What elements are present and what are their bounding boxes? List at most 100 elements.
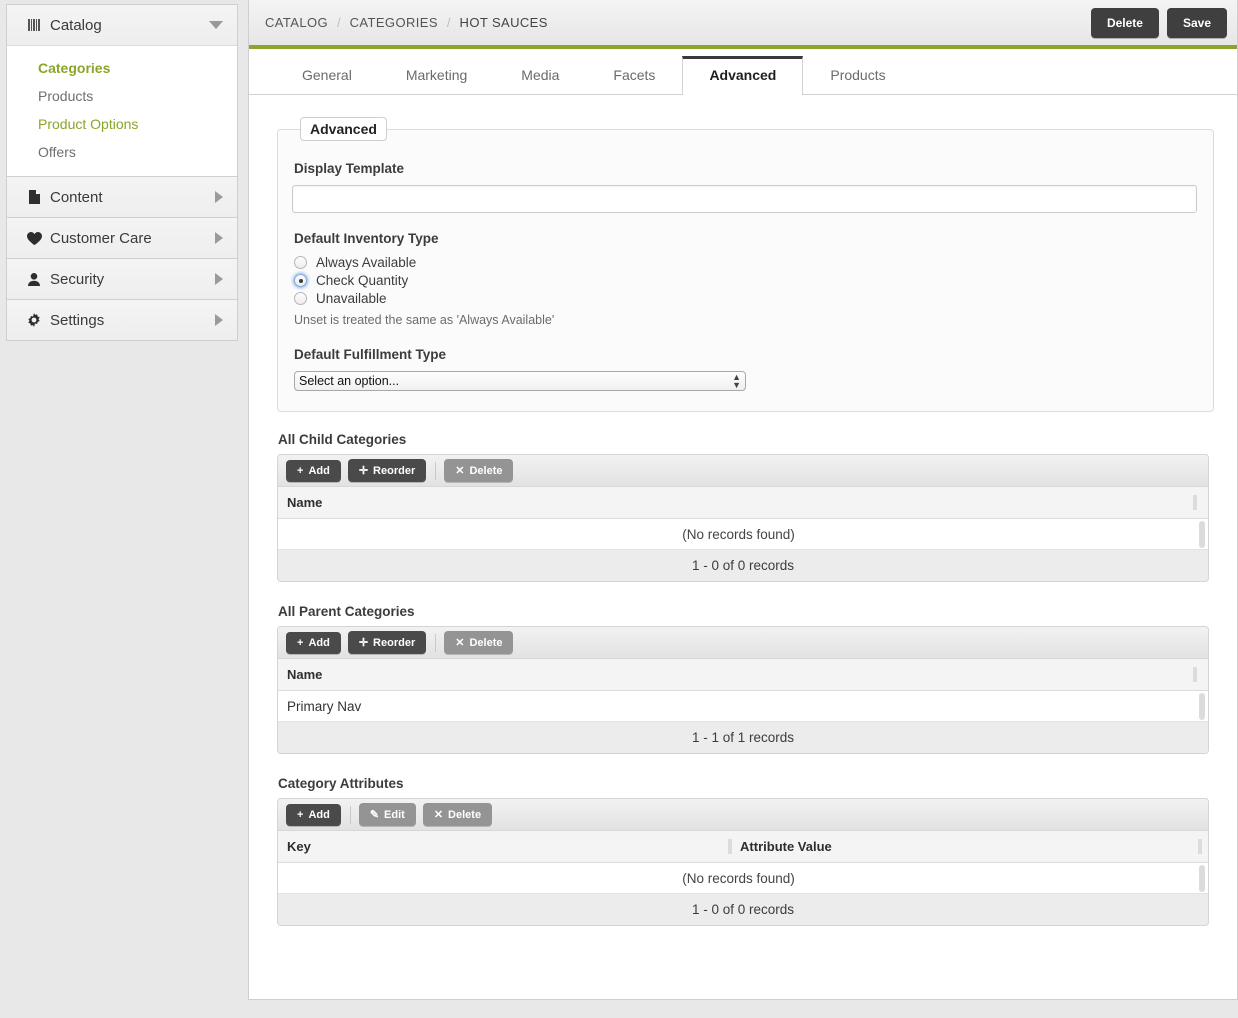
sidebar-item-products[interactable]: Products [7, 82, 237, 110]
delete-button[interactable]: ✕Delete [423, 803, 492, 826]
toolbar-separator [435, 462, 436, 480]
grid-body-all-parent-categories: Primary Nav [278, 691, 1208, 722]
button-label: Delete [469, 637, 502, 649]
chevron-right-icon [215, 314, 223, 326]
add-button[interactable]: +Add [286, 804, 341, 826]
sidebar-group-label: Content [50, 189, 215, 206]
fulfillment-type-label: Default Fulfillment Type [294, 347, 1197, 362]
tab-general[interactable]: General [275, 56, 379, 94]
delete-button[interactable]: ✕ Delete [444, 459, 513, 482]
grid-header-all-parent-categories: Name [278, 659, 1208, 691]
app-root: CatalogCategoriesProductsProduct Options… [0, 0, 1238, 1018]
inventory-type-hint: Unset is treated the same as 'Always Ava… [294, 313, 1197, 327]
gear-icon [25, 313, 43, 327]
reorder-button[interactable]: ✛Reorder [348, 459, 426, 482]
plus-icon: + [297, 465, 303, 477]
sidebar-group-header-settings[interactable]: Settings [7, 300, 237, 340]
tab-facets[interactable]: Facets [586, 56, 682, 94]
sidebar-group-header-content[interactable]: Content [7, 177, 237, 217]
column-header-attribute-value[interactable]: Attribute Value [740, 839, 1208, 854]
save-button[interactable]: Save [1167, 8, 1227, 38]
sidebar: Catalog CategoriesProductsProduct Options… [6, 4, 238, 341]
tab-bar: GeneralMarketingMediaFacetsAdvancedProdu… [249, 49, 1237, 95]
topbar: CATALOG / CATEGORIES / HOT SAUCES Delete Sav… [249, 0, 1237, 49]
grid-footer-all-parent-categories: 1 - 1 of 1 records [278, 722, 1208, 753]
breadcrumb-item-hot-sauces: HOT SAUCES [460, 15, 548, 30]
sidebar-item-product-options[interactable]: Product Options [7, 110, 237, 138]
main-panel: CATALOG / CATEGORIES / HOT SAUCES Delete Sav… [248, 0, 1238, 1000]
grid-toolbar-category-attributes: +Add ✎Edit ✕Delete [278, 799, 1208, 831]
reorder-button[interactable]: ✛ Reorder [348, 631, 426, 654]
breadcrumb-separator: / [447, 15, 451, 30]
vertical-scrollbar[interactable] [1198, 519, 1206, 550]
column-header-key[interactable]: Key [287, 839, 740, 854]
breadcrumb-item-categories[interactable]: CATEGORIES [350, 15, 438, 30]
sidebar-group-header-security[interactable]: Security [7, 259, 237, 299]
breadcrumb-item-catalog[interactable]: CATALOG [265, 15, 328, 30]
delete-button[interactable]: Delete [1091, 8, 1159, 38]
tab-products[interactable]: Products [803, 56, 912, 94]
fulfillment-type-selected-value: Select an option... [299, 374, 732, 388]
grid-footer-category-attributes: 1 - 0 of 0 records [278, 894, 1208, 925]
inventory-type-label: Default Inventory Type [294, 231, 1197, 246]
radio-checked-icon[interactable] [294, 274, 307, 287]
grid-footer-all-child-categories: 1 - 0 of 0 records [278, 550, 1208, 581]
toolbar-separator [435, 634, 436, 652]
grid-header-all-child-categories: Name [278, 487, 1208, 519]
display-template-input[interactable] [292, 185, 1197, 213]
plus-icon: + [297, 809, 303, 821]
user-icon [25, 273, 43, 286]
file-icon [25, 190, 43, 204]
content-area: Advanced Display Template Default Invent… [249, 95, 1237, 926]
grid-empty-row: (No records found) [278, 519, 1208, 550]
tab-advanced[interactable]: Advanced [682, 56, 803, 95]
sidebar-group-header-catalog[interactable]: Catalog [7, 5, 237, 45]
chevron-right-icon [215, 232, 223, 244]
tab-media[interactable]: Media [494, 56, 586, 94]
grid-toolbar-all-child-categories: +Add ✛Reorder ✕ Delete [278, 455, 1208, 487]
column-resize-handle[interactable] [728, 839, 732, 854]
breadcrumb-separator: / [337, 15, 341, 30]
pencil-icon: ✎ [370, 808, 379, 821]
select-arrows-icon: ▲▼ [732, 373, 741, 389]
sidebar-item-categories[interactable]: Categories [7, 54, 237, 82]
grid-empty-row: (No records found) [278, 863, 1208, 894]
sidebar-group-label: Settings [50, 312, 215, 329]
add-button[interactable]: +Add [286, 632, 341, 654]
table-row[interactable]: Primary Nav [278, 691, 1208, 722]
edit-button[interactable]: ✎Edit [359, 803, 416, 826]
button-label: Add [308, 637, 329, 649]
vertical-scrollbar[interactable] [1198, 691, 1206, 722]
sidebar-group-header-customer-care[interactable]: Customer Care [7, 218, 237, 258]
tab-marketing[interactable]: Marketing [379, 56, 494, 94]
advanced-fieldset: Advanced Display Template Default Invent… [277, 117, 1214, 412]
grid-title-all-parent-categories: All Parent Categories [278, 604, 1209, 619]
fulfillment-type-select[interactable]: Select an option... ▲▼ [294, 371, 746, 391]
vertical-scrollbar[interactable] [1198, 863, 1206, 894]
column-resize-handle[interactable] [1193, 495, 1197, 510]
sidebar-item-offers[interactable]: Offers [7, 138, 237, 166]
x-icon: ✕ [455, 464, 464, 477]
radio-unchecked-icon[interactable] [294, 256, 307, 269]
inventory-radio-always-available[interactable]: Always Available [294, 255, 1197, 270]
column-resize-handle[interactable] [1198, 839, 1202, 854]
move-icon: ✛ [359, 636, 368, 649]
column-resize-handle[interactable] [1193, 667, 1197, 682]
column-header-name[interactable]: Name [287, 495, 1207, 510]
inventory-radio-unavailable[interactable]: Unavailable [294, 291, 1197, 306]
radio-unchecked-icon[interactable] [294, 292, 307, 305]
delete-button[interactable]: ✕Delete [444, 631, 513, 654]
sidebar-group-catalog: Catalog CategoriesProductsProduct Options… [6, 4, 238, 176]
chevron-right-icon [215, 191, 223, 203]
column-header-name[interactable]: Name [287, 667, 1207, 682]
add-button[interactable]: +Add [286, 460, 341, 482]
grid-title-category-attributes: Category Attributes [278, 776, 1209, 791]
sidebar-group-security: Security [6, 258, 238, 299]
inventory-radio-check-quantity[interactable]: Check Quantity [294, 273, 1197, 288]
inventory-radio-label: Check Quantity [316, 273, 408, 288]
button-label: Reorder [373, 637, 415, 649]
button-label: Delete [469, 465, 502, 477]
chevron-right-icon [215, 273, 223, 285]
sidebar-group-settings: Settings [6, 299, 238, 341]
sidebar-group-label: Catalog [50, 17, 209, 34]
